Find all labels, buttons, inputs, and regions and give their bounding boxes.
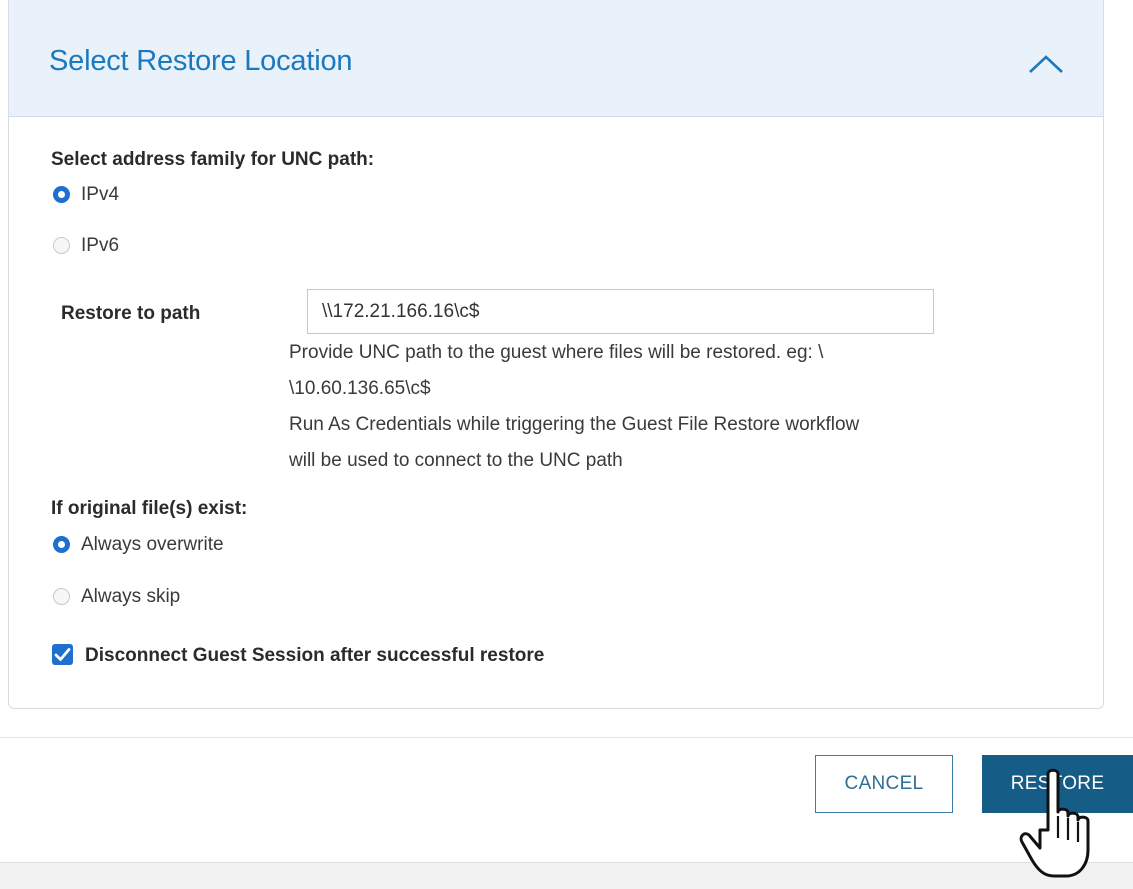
help-line: \10.60.136.65\c$ (289, 378, 431, 399)
chevron-up-icon[interactable] (1028, 53, 1064, 75)
disconnect-checkbox[interactable] (52, 644, 73, 665)
radio-always-overwrite[interactable] (53, 536, 70, 553)
restore-path-help: Provide UNC path to the guest where file… (289, 343, 1049, 487)
radio-ipv6[interactable] (53, 237, 70, 254)
restore-button[interactable]: RESTORE (982, 755, 1133, 813)
panel-title: Select Restore Location (49, 45, 353, 77)
footer-divider (0, 737, 1133, 738)
checkmark-icon (54, 648, 71, 661)
disconnect-label[interactable]: Disconnect Guest Session after successfu… (85, 645, 544, 667)
restore-path-input[interactable] (307, 289, 934, 334)
address-family-label: Select address family for UNC path: (51, 149, 375, 170)
help-line: Run As Credentials while triggering the … (289, 414, 860, 435)
original-files-label: If original file(s) exist: (51, 498, 248, 519)
radio-always-skip[interactable] (53, 588, 70, 605)
radio-ipv6-label[interactable]: IPv6 (81, 235, 119, 257)
radio-always-overwrite-label[interactable]: Always overwrite (81, 534, 224, 556)
help-line: will be used to connect to the UNC path (289, 450, 623, 471)
restore-path-label: Restore to path (61, 303, 201, 324)
help-line: Provide UNC path to the guest where file… (289, 342, 824, 363)
radio-always-skip-label[interactable]: Always skip (81, 586, 180, 608)
radio-ipv4-label[interactable]: IPv4 (81, 184, 119, 206)
panel-header[interactable]: Select Restore Location (9, 0, 1103, 117)
footer-bar (0, 862, 1133, 889)
restore-location-panel: Select Restore Location Select address f… (8, 0, 1104, 709)
radio-ipv4[interactable] (53, 186, 70, 203)
cancel-button[interactable]: CANCEL (815, 755, 953, 813)
